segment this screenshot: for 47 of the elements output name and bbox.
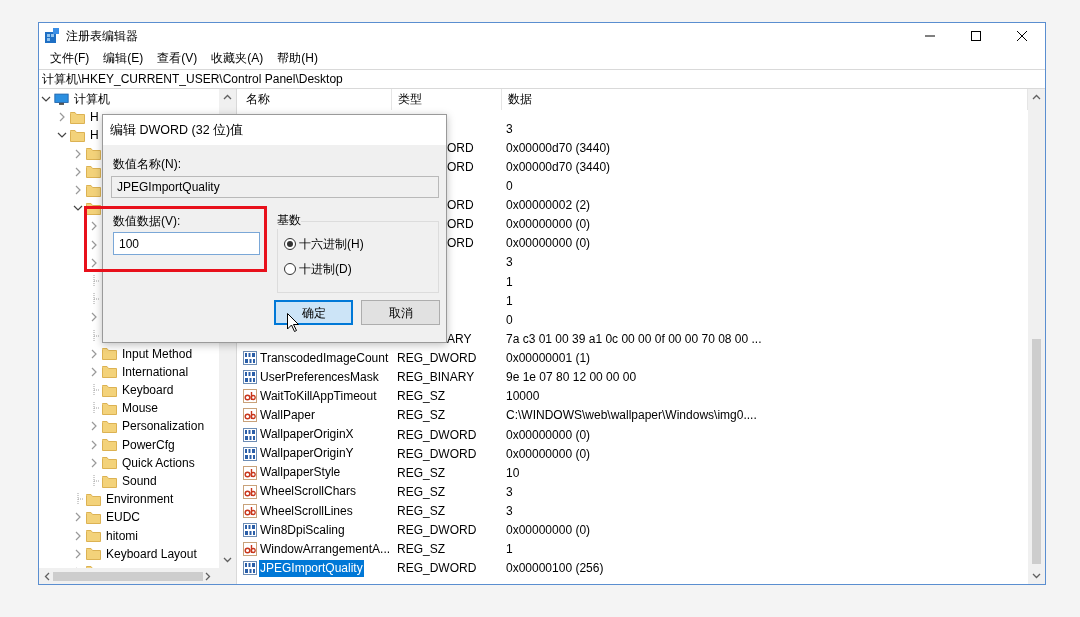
value-data: 1 xyxy=(506,274,513,289)
value-type: REG_DWORD xyxy=(397,351,477,366)
value-type: ORD xyxy=(447,159,474,174)
value-data: 10000 xyxy=(506,389,540,404)
value-type: REG_SZ xyxy=(397,504,445,519)
value-data: 0x00000000 (0) xyxy=(506,427,591,442)
value-data: 0x00000002 (2) xyxy=(506,198,591,213)
value-type: ORD xyxy=(447,140,474,155)
value-data: 1 xyxy=(506,293,513,308)
value-data: 3 xyxy=(506,255,513,270)
value-type: REG_DWORD xyxy=(397,523,477,538)
value-data: 0x00000d70 (3440) xyxy=(506,159,611,174)
group-label: 基数 xyxy=(277,211,301,229)
value-type: REG_SZ xyxy=(397,389,445,404)
value-type: REG_DWORD xyxy=(397,446,477,461)
value-type: REG_DWORD xyxy=(397,561,477,576)
value-data: 9e 1e 07 80 12 00 00 00 xyxy=(506,370,637,385)
value-data: 0x00000100 (256) xyxy=(506,561,604,576)
value-data: 10 xyxy=(506,465,520,480)
dialog-title: 编辑 DWORD (32 位)值 xyxy=(103,115,446,145)
window-title: 注册表编辑器 xyxy=(66,27,138,45)
value-data: 0 xyxy=(506,178,513,193)
value-data: 0x00000000 (0) xyxy=(506,446,591,461)
value-data: 0x00000001 (1) xyxy=(506,351,591,366)
value-type: REG_SZ xyxy=(397,484,445,499)
value-type: ORD xyxy=(447,198,474,213)
value-data: C:\WINDOWS\web\wallpaper\Windows\img0.... xyxy=(506,408,757,423)
value-data: 7a c3 01 00 39 a1 0c 00 00 0f 00 00 70 08 00 ... xyxy=(506,331,762,346)
value-data: 0x00000000 (0) xyxy=(506,217,591,232)
value-data: 3 xyxy=(506,121,513,136)
value-type: REG_SZ xyxy=(397,465,445,480)
value-data: 1 xyxy=(506,542,513,557)
value-data: 0x00000d70 (3440) xyxy=(506,140,611,155)
value-type: REG_SZ xyxy=(397,408,445,423)
value-type: ORD xyxy=(447,236,474,251)
field-label: 数值名称(N): xyxy=(113,156,181,173)
value-data: 3 xyxy=(506,484,513,499)
field-label: 数值数据(V): xyxy=(113,213,181,230)
value-data: 3 xyxy=(506,504,513,519)
value-type: ORD xyxy=(447,217,474,232)
value-data: 0 xyxy=(506,312,513,327)
value-type: REG_DWORD xyxy=(397,427,477,442)
value-type: REG_SZ xyxy=(397,542,445,557)
value-type: REG_BINARY xyxy=(397,370,475,385)
value-data: 0x00000000 (0) xyxy=(506,523,591,538)
value-type: ARY xyxy=(447,331,472,346)
value-data: 0x00000000 (0) xyxy=(506,236,591,251)
